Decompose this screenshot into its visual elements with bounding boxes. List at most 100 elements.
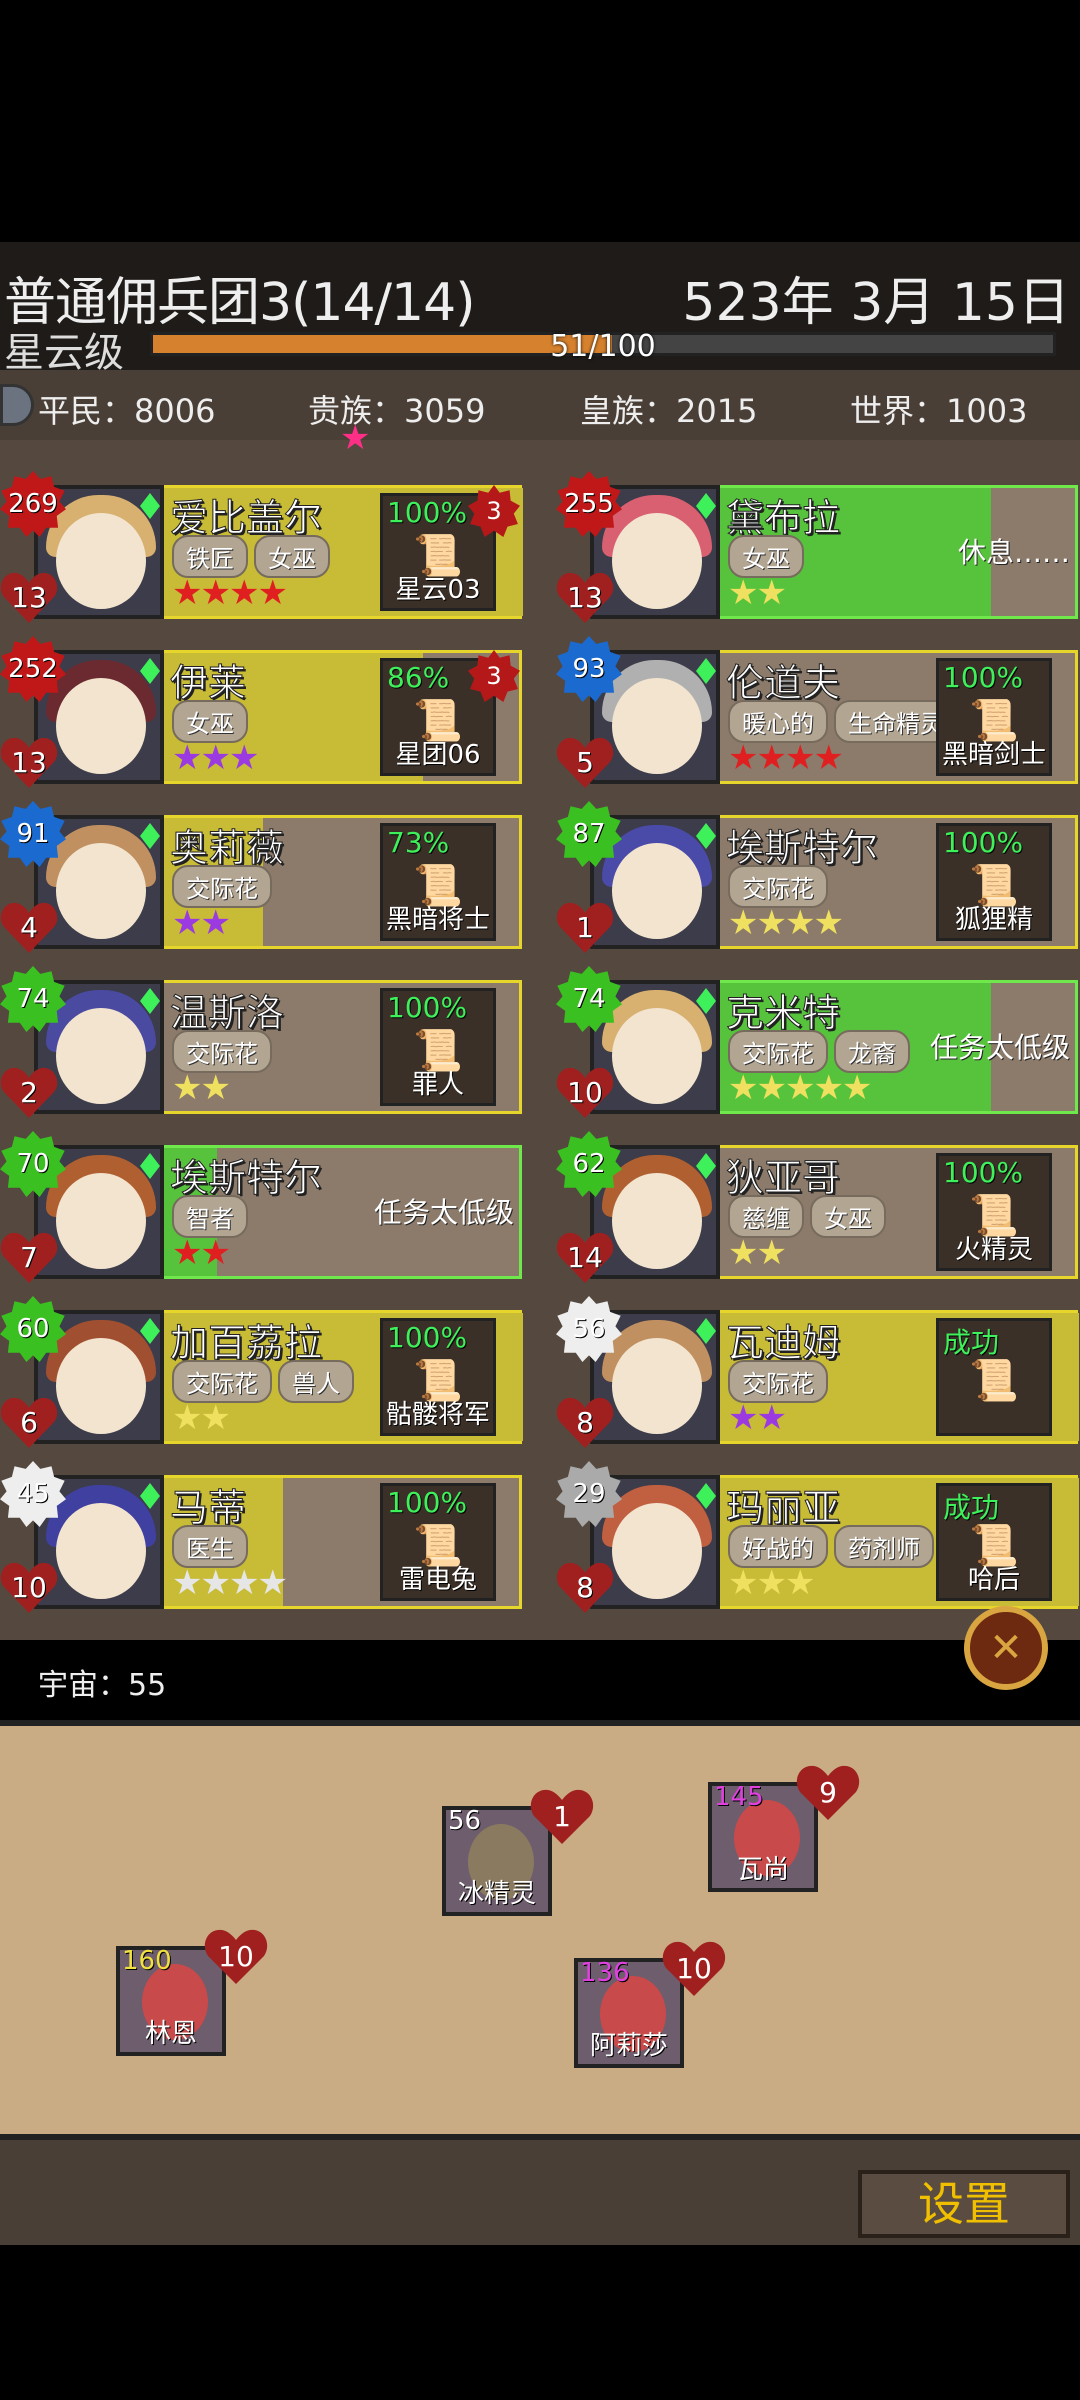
- unit-heart-badge: 1: [530, 1786, 594, 1846]
- merc-tag: 交际花: [728, 1030, 828, 1073]
- task-progress: 成功: [943, 1326, 1000, 1359]
- merc-card[interactable]: 伦道夫 暖心的 生命精灵 ★★★★ 100% 📜 黑暗剑士 93 5: [556, 636, 1078, 784]
- merc-card[interactable]: 瓦迪姆 交际花 ★★ 成功 📜 56 8: [556, 1296, 1079, 1444]
- merc-name: 爱比盖尔: [169, 496, 323, 541]
- unit-name: 阿莉莎: [589, 2031, 668, 2061]
- unit-name: 冰精灵: [457, 1879, 536, 1909]
- task-slot[interactable]: 73% 📜 黑暗将士: [380, 823, 496, 941]
- portrait-face: [56, 1503, 146, 1599]
- stat-commoner: 平民：8006: [38, 392, 216, 430]
- merc-tag: 女巫: [810, 1195, 886, 1238]
- merc-status: 任务太低级: [373, 1196, 514, 1229]
- portrait-face: [56, 1338, 146, 1434]
- portrait-face: [56, 678, 146, 774]
- merc-status: 休息……: [957, 536, 1070, 569]
- merc-stars: ★★: [172, 903, 231, 943]
- merc-name: 瓦迪姆: [725, 1321, 841, 1366]
- merc-name: 温斯洛: [169, 991, 285, 1036]
- star-icon: ★: [340, 418, 371, 458]
- merc-stars: ★★★★: [728, 738, 844, 778]
- merc-tags: 交际花: [172, 1030, 278, 1073]
- unit-level: 56: [448, 1806, 482, 1836]
- task-slot[interactable]: 100% 📜 火精灵: [936, 1153, 1052, 1271]
- merc-tag: 医生: [172, 1525, 248, 1568]
- task-slot[interactable]: 100% 📜 骷髅将军: [380, 1318, 496, 1436]
- task-slot[interactable]: 100% 📜 雷电兔: [380, 1483, 496, 1601]
- task-name: 星云03: [395, 575, 481, 605]
- merc-stars: ★★★: [172, 738, 259, 778]
- portrait-face: [56, 1008, 146, 1104]
- stat-noble: 贵族：3059: [308, 392, 486, 430]
- merc-card[interactable]: 温斯洛 交际花 ★★ 100% 📜 罪人 74 2: [0, 966, 522, 1114]
- merc-status: 任务太低级: [929, 1031, 1070, 1064]
- merc-stars: ★★: [728, 1398, 787, 1438]
- settings-button[interactable]: 设置: [858, 2170, 1070, 2238]
- merc-stars: ★★★★: [172, 573, 288, 613]
- merc-tag: 交际花: [728, 865, 828, 908]
- unit-heart-badge: 9: [796, 1762, 860, 1822]
- xp-text: 51/100: [550, 329, 656, 364]
- merc-card[interactable]: 玛丽亚 好战的 药剂师 ★★★ 成功 📜 哈后 29 8: [556, 1461, 1079, 1609]
- merc-tag: 交际花: [172, 1360, 272, 1403]
- merc-tags: 交际花: [172, 865, 278, 908]
- merc-tag: 女巫: [728, 535, 804, 578]
- stat-royal: 皇族：2015: [580, 392, 758, 430]
- level-badge: 74: [556, 966, 622, 1032]
- level-badge: 62: [556, 1131, 622, 1197]
- merc-name: 马蒂: [169, 1486, 247, 1531]
- task-progress: 100%: [387, 991, 468, 1024]
- merc-tags: 智者: [172, 1195, 254, 1238]
- task-slot[interactable]: 100% 📜 罪人: [380, 988, 496, 1106]
- stat-world: 世界：1003: [850, 392, 1028, 430]
- merc-card[interactable]: 爱比盖尔 铁匠 女巫 ★★★★ 100% 📜 星云03 3 269 13: [0, 471, 523, 619]
- task-slot[interactable]: 100% 📜 黑暗剑士: [936, 658, 1052, 776]
- merc-stars: ★★: [172, 1233, 231, 1273]
- universe-count: 宇宙：55: [38, 1668, 167, 1703]
- merc-tags: 铁匠 女巫: [172, 535, 336, 578]
- portrait-face: [612, 513, 702, 609]
- merc-tags: 交际花 龙裔: [728, 1030, 916, 1073]
- task-slot[interactable]: 100% 📜 狐狸精: [936, 823, 1052, 941]
- level-badge: 91: [0, 801, 66, 867]
- portrait-face: [612, 1503, 702, 1599]
- merc-card[interactable]: 克米特 交际花 龙裔 ★★★★★ 任务太低级 74 10: [556, 966, 1078, 1114]
- task-slot[interactable]: 成功 📜: [936, 1318, 1052, 1436]
- task-progress: 73%: [387, 826, 450, 859]
- globe-icon[interactable]: [0, 384, 34, 426]
- portrait-face: [612, 843, 702, 939]
- tavern-floor: 56 冰精灵 1 145 瓦尚 9 160 林恩 10 136 阿莉莎 10: [0, 1720, 1080, 2140]
- merc-card[interactable]: 狄亚哥 慈缠 女巫 ★★ 100% 📜 火精灵 62 14: [556, 1131, 1078, 1279]
- close-button[interactable]: ✕: [964, 1606, 1048, 1690]
- merc-card[interactable]: 奥莉薇 交际花 ★★ 73% 📜 黑暗将士 91 4: [0, 801, 522, 949]
- merc-name: 克米特: [725, 991, 841, 1036]
- level-badge: 87: [556, 801, 622, 867]
- unit-heart-badge: 10: [662, 1938, 726, 1998]
- merc-card[interactable]: 加百荔拉 交际花 兽人 ★★ 100% 📜 骷髅将军 60 6: [0, 1296, 523, 1444]
- merc-tags: 暖心的 生命精灵: [728, 700, 964, 743]
- portrait-face: [56, 513, 146, 609]
- floor-unit[interactable]: 136 阿莉莎 10: [574, 1958, 684, 2068]
- merc-tags: 交际花: [728, 1360, 834, 1403]
- merc-card[interactable]: 黛布拉 女巫 ★★ 休息…… 255 13: [556, 471, 1078, 619]
- merc-card[interactable]: 埃斯特尔 智者 ★★ 任务太低级 70 7: [0, 1131, 522, 1279]
- task-slot[interactable]: 成功 📜 哈后: [936, 1483, 1052, 1601]
- merc-tag: 暖心的: [728, 700, 828, 743]
- floor-unit[interactable]: 160 林恩 10: [116, 1946, 226, 2056]
- floor-unit[interactable]: 56 冰精灵 1: [442, 1806, 552, 1916]
- merc-card[interactable]: 马蒂 医生 ★★★★ 100% 📜 雷电兔 45 10: [0, 1461, 522, 1609]
- merc-card[interactable]: 埃斯特尔 交际花 ★★★★ 100% 📜 狐狸精 87 1: [556, 801, 1078, 949]
- task-progress: 86%: [387, 661, 450, 694]
- merc-card[interactable]: 伊莱 女巫 ★★★ 86% 📜 星团06 3 252 13: [0, 636, 522, 784]
- floor-unit[interactable]: 145 瓦尚 9: [708, 1782, 818, 1892]
- unit-level: 145: [714, 1782, 764, 1812]
- merc-name: 奥莉薇: [169, 826, 285, 871]
- merc-tags: 交际花 兽人: [172, 1360, 360, 1403]
- merc-name: 狄亚哥: [725, 1156, 841, 1201]
- merc-tag: 药剂师: [834, 1525, 934, 1568]
- merc-stars: ★★★★★: [728, 1068, 872, 1108]
- merc-name: 埃斯特尔: [725, 826, 879, 871]
- task-name: 火精灵: [954, 1235, 1033, 1265]
- task-name: 骷髅将军: [385, 1400, 490, 1430]
- merc-tag: 女巫: [172, 700, 248, 743]
- merc-stars: ★★★: [728, 1563, 815, 1603]
